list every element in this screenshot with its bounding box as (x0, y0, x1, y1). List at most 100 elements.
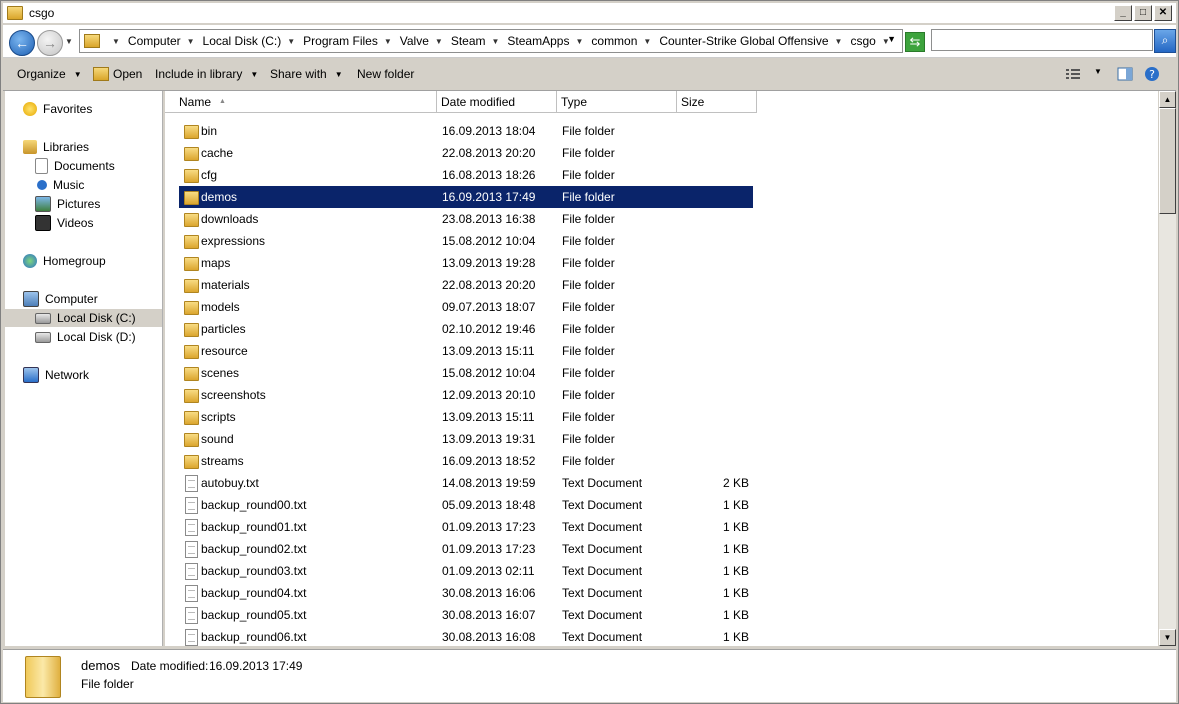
search-input[interactable] (931, 29, 1153, 51)
forward-button[interactable]: → (37, 30, 63, 56)
nav-item-local-disk-d[interactable]: Local Disk (D:) (35, 328, 136, 346)
new-folder-button[interactable]: New folder (357, 67, 414, 81)
breadcrumb-item-common[interactable]: common ▼ (591, 34, 651, 48)
file-type: File folder (562, 168, 615, 182)
back-button[interactable]: ← (9, 30, 35, 56)
sort-ascending-icon: ▲ (219, 98, 226, 105)
recent-pages-dropdown-icon[interactable]: ▼ (65, 37, 73, 46)
file-type: File folder (562, 278, 615, 292)
nav-item-homegroup[interactable]: Homegroup (23, 252, 106, 270)
nav-item-network[interactable]: Network (23, 366, 89, 384)
column-header-type[interactable]: Type (557, 91, 677, 113)
minimize-button[interactable]: _ (1114, 5, 1132, 21)
table-row[interactable]: backup_round06.txt 30.08.2013 16:08 Text D… (179, 626, 753, 648)
maximize-button[interactable]: □ (1134, 5, 1152, 21)
file-name: cache (201, 146, 234, 160)
folder-icon (184, 147, 199, 161)
breadcrumb-item-csgo[interactable]: csgo ▼ (850, 34, 889, 48)
file-date: 13.09.2013 15:11 (442, 344, 535, 358)
column-header-date[interactable]: Date modified (437, 91, 557, 113)
file-type: File folder (562, 388, 615, 402)
organize-button[interactable]: Organize ▼ (17, 67, 82, 81)
table-row[interactable]: backup_round05.txt 30.08.2013 16:07 Text D… (179, 604, 753, 626)
file-size: 1 KB (722, 586, 749, 600)
table-row[interactable]: autobuy.txt 14.08.2013 19:59 Text Document… (179, 472, 753, 494)
scroll-thumb[interactable] (1159, 108, 1176, 214)
close-button[interactable]: ✕ (1154, 5, 1172, 21)
file-name: backup_round03.txt (201, 564, 307, 578)
table-row[interactable]: backup_round00.txt 05.09.2013 18:48 Text D… (179, 494, 753, 516)
nav-item-music[interactable]: Music (35, 176, 84, 194)
file-size: 1 KB (722, 520, 749, 534)
nav-item-libraries[interactable]: Libraries (23, 138, 89, 156)
drive-icon (35, 331, 51, 343)
drive-icon (35, 312, 51, 324)
vertical-scrollbar[interactable]: ▲ ▼ (1159, 91, 1176, 646)
table-row[interactable]: particles 02.10.2012 19:46 File folder (179, 318, 753, 340)
file-name: autobuy.txt (201, 476, 259, 490)
table-row[interactable]: backup_round03.txt 01.09.2013 02:11 Text D… (179, 560, 753, 582)
view-options-dropdown-icon[interactable]: ▼ (1094, 67, 1102, 76)
open-button[interactable]: Open (93, 67, 142, 81)
network-icon (23, 367, 39, 383)
breadcrumb-item-steam[interactable]: Steam ▼ (451, 34, 500, 48)
table-row[interactable]: expressions 15.08.2012 10:04 File folder (179, 230, 753, 252)
breadcrumb-item-valve[interactable]: Valve ▼ (400, 34, 443, 48)
file-date: 22.08.2013 20:20 (442, 146, 536, 160)
file-date: 30.08.2013 16:08 (442, 630, 536, 644)
table-row[interactable]: backup_round02.txt 01.09.2013 17:23 Text D… (179, 538, 753, 560)
table-row[interactable]: sound 13.09.2013 19:31 File folder (179, 428, 753, 450)
preview-pane-icon[interactable] (1117, 67, 1133, 81)
svg-text:?: ? (1149, 68, 1155, 81)
table-row[interactable]: streams 16.09.2013 18:52 File folder (179, 450, 753, 472)
table-row[interactable]: models 09.07.2013 18:07 File folder (179, 296, 753, 318)
table-row[interactable]: materials 22.08.2013 20:20 File folder (179, 274, 753, 296)
table-row[interactable]: cache 22.08.2013 20:20 File folder (179, 142, 753, 164)
column-header-size[interactable]: Size (677, 91, 757, 113)
table-row[interactable]: scripts 13.09.2013 15:11 File folder (179, 406, 753, 428)
search-icon[interactable]: ⌕ (1154, 29, 1176, 53)
nav-item-pictures[interactable]: Pictures (35, 195, 100, 213)
file-date: 16.09.2013 17:49 (442, 190, 536, 204)
nav-item-favorites[interactable]: Favorites (23, 100, 92, 118)
table-row[interactable]: cfg 16.08.2013 18:26 File folder (179, 164, 753, 186)
help-icon[interactable]: ? (1144, 66, 1160, 82)
table-row[interactable]: maps 13.09.2013 19:28 File folder (179, 252, 753, 274)
music-note-icon (37, 180, 47, 190)
file-date: 14.08.2013 19:59 (442, 476, 536, 490)
table-row[interactable]: bin 16.09.2013 18:04 File folder (179, 120, 753, 142)
table-row[interactable]: demos 16.09.2013 17:49 File folder (179, 186, 753, 208)
breadcrumb-item-steamapps[interactable]: SteamApps ▼ (507, 34, 583, 48)
file-date: 30.08.2013 16:06 (442, 586, 536, 600)
share-with-button[interactable]: Share with ▼ (270, 67, 343, 81)
nav-item-local-disk-c[interactable]: Local Disk (C:) (5, 309, 162, 327)
breadcrumb[interactable]: ▼ Computer ▼ Local Disk (C:) ▼ Program Fil… (79, 29, 903, 53)
folder-icon (184, 323, 199, 337)
table-row[interactable]: resource 13.09.2013 15:11 File folder (179, 340, 753, 362)
column-header-name[interactable]: Name ▲ (165, 91, 437, 113)
nav-item-videos[interactable]: Videos (35, 214, 93, 232)
breadcrumb-item-local-disk-c[interactable]: Local Disk (C:) ▼ (203, 34, 296, 48)
breadcrumb-separator[interactable]: ▼ (106, 37, 120, 46)
breadcrumb-item-computer[interactable]: Computer ▼ (128, 34, 195, 48)
title-bar[interactable]: csgo _ □ ✕ (3, 3, 1176, 23)
table-row[interactable]: backup_round01.txt 01.09.2013 17:23 Text D… (179, 516, 753, 538)
include-in-library-button[interactable]: Include in library ▼ (155, 67, 258, 81)
breadcrumb-item-program-files[interactable]: Program Files ▼ (303, 34, 392, 48)
folder-icon (184, 169, 199, 183)
table-row[interactable]: scenes 15.08.2012 10:04 File folder (179, 362, 753, 384)
file-name: demos (201, 190, 238, 204)
file-type: File folder (562, 212, 615, 226)
address-dropdown-icon[interactable]: ▼ (887, 34, 896, 44)
nav-item-documents[interactable]: Documents (35, 157, 115, 175)
table-row[interactable]: backup_round04.txt 30.08.2013 16:06 Text D… (179, 582, 753, 604)
scroll-up-button[interactable]: ▲ (1159, 91, 1176, 108)
table-row[interactable]: downloads 23.08.2013 16:38 File folder (179, 208, 753, 230)
change-view-icon[interactable] (1065, 67, 1081, 81)
breadcrumb-item-csgo-game[interactable]: Counter-Strike Global Offensive ▼ (659, 34, 842, 48)
refresh-button[interactable]: ⇆ (905, 32, 925, 52)
document-icon (35, 158, 48, 174)
scroll-down-button[interactable]: ▼ (1159, 629, 1176, 646)
nav-item-computer[interactable]: Computer (23, 290, 98, 308)
table-row[interactable]: screenshots 12.09.2013 20:10 File folder (179, 384, 753, 406)
